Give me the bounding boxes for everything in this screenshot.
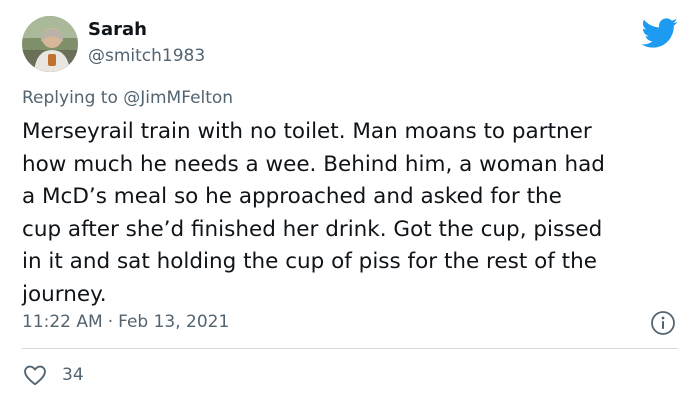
- profile-photo-icon: [22, 16, 78, 72]
- tweet-card: Sarah @smitch1983 Replying to @JimMFelto…: [0, 0, 700, 402]
- like-button[interactable]: 34: [22, 362, 84, 388]
- info-circle-icon[interactable]: [650, 310, 676, 336]
- author-display-name[interactable]: Sarah: [88, 19, 147, 40]
- twitter-bird-icon[interactable]: [640, 14, 678, 52]
- timestamp-separator: ·: [107, 312, 114, 332]
- tweet-timestamp[interactable]: 11:22 AM · Feb 13, 2021: [22, 312, 229, 332]
- tweet-time[interactable]: 11:22 AM: [22, 312, 103, 332]
- tweet-text: Merseyrail train with no toilet. Man moa…: [22, 119, 605, 307]
- replying-to-prefix: Replying to: [22, 88, 124, 108]
- reply-mention-link[interactable]: @JimMFelton: [123, 88, 233, 108]
- author-handle[interactable]: @smitch1983: [88, 46, 205, 66]
- like-count: 34: [62, 365, 84, 385]
- heart-outline-icon: [24, 365, 46, 386]
- avatar[interactable]: [22, 16, 78, 72]
- replying-to: Replying to @JimMFelton: [22, 88, 233, 108]
- tweet-date[interactable]: Feb 13, 2021: [118, 312, 229, 332]
- divider: [22, 348, 678, 349]
